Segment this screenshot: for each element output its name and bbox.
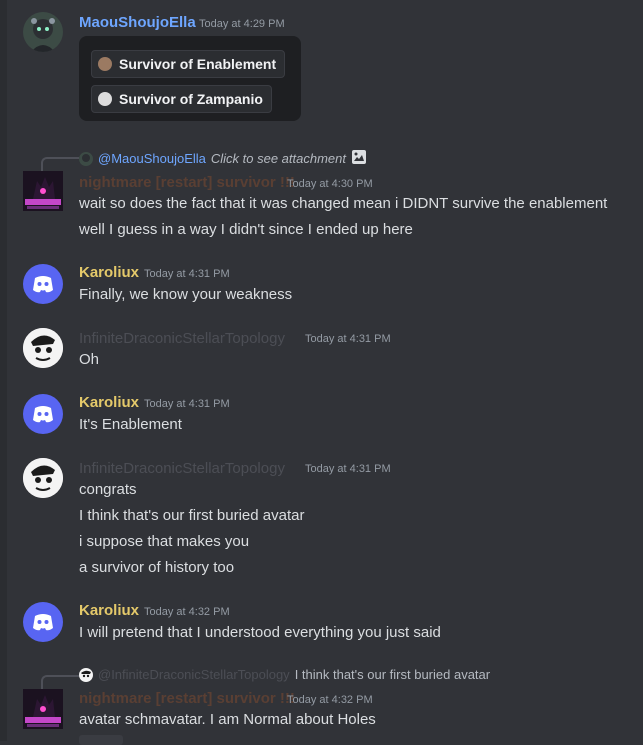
avatar[interactable] <box>23 171 63 211</box>
message-line: i suppose that makes you <box>79 533 250 550</box>
reply-spine <box>41 157 79 171</box>
author-name[interactable]: InfiniteDraconicStellarTopology <box>79 460 285 477</box>
author-name[interactable]: Karoliux <box>79 264 139 281</box>
message-line: congrats <box>79 481 137 498</box>
message-line: Oh <box>79 351 100 368</box>
role-color-dot <box>98 57 112 71</box>
author-name[interactable]: Karoliux <box>79 394 139 411</box>
avatar[interactable] <box>23 602 63 642</box>
role-color-dot <box>98 92 112 106</box>
timestamp[interactable]: Today at 4:31 PM <box>144 268 230 280</box>
role-label: Survivor of Zampanio <box>119 91 263 107</box>
message-line: a survivor of history too <box>79 559 235 576</box>
message-line: well I guess in a way I didn't since I e… <box>79 221 413 238</box>
image-icon <box>351 149 367 168</box>
reply-text: I think that's our first buried avatar <box>294 667 491 682</box>
role-button-enablement[interactable]: Survivor of Enablement <box>91 50 286 78</box>
timestamp[interactable]: Today at 4:31 PM <box>305 333 391 345</box>
role-picker-embed: Survivor of Enablement Survivor of Zampa… <box>79 36 301 121</box>
reply-spine <box>41 675 79 689</box>
sidebar-edge <box>0 0 7 741</box>
reply-text: Click to see attachment <box>210 151 346 166</box>
discord-logo-icon <box>33 406 53 423</box>
avatar[interactable] <box>23 458 63 498</box>
author-name[interactable]: InfiniteDraconicStellarTopology <box>79 330 285 347</box>
message-line: I think that's our first buried avatar <box>79 507 305 524</box>
discord-logo-icon <box>33 276 53 293</box>
role-button-zampanio[interactable]: Survivor of Zampanio <box>91 85 272 113</box>
reply-reference[interactable]: @InfiniteDraconicStellarTopology I think… <box>79 667 490 682</box>
author-name[interactable]: nightmare [restart] survivor !!! <box>79 174 295 191</box>
reply-mention[interactable]: @MaouShoujoElla <box>98 151 206 166</box>
message-line: Finally, we know your weakness <box>79 286 293 303</box>
avatar[interactable] <box>23 689 63 729</box>
reply-reference[interactable]: @MaouShoujoElla Click to see attachment <box>79 149 367 168</box>
timestamp[interactable]: Today at 4:32 PM <box>144 606 230 618</box>
message-line: It's Enablement <box>79 416 182 433</box>
timestamp[interactable]: Today at 4:32 PM <box>287 694 373 706</box>
author-name[interactable]: MaouShoujoElla <box>79 14 196 31</box>
avatar[interactable] <box>23 264 63 304</box>
timestamp[interactable]: Today at 4:30 PM <box>287 178 373 190</box>
timestamp[interactable]: Today at 4:29 PM <box>199 18 285 30</box>
message-line: avatar schmavatar. I am Normal about Hol… <box>79 711 376 728</box>
attachment-preview[interactable] <box>79 735 123 745</box>
timestamp[interactable]: Today at 4:31 PM <box>144 398 230 410</box>
avatar[interactable] <box>23 12 63 52</box>
timestamp[interactable]: Today at 4:31 PM <box>305 463 391 475</box>
avatar[interactable] <box>23 328 63 368</box>
author-name[interactable]: nightmare [restart] survivor !!! <box>79 690 295 707</box>
reply-mention[interactable]: @InfiniteDraconicStellarTopology <box>98 667 290 682</box>
role-label: Survivor of Enablement <box>119 56 277 72</box>
author-name[interactable]: Karoliux <box>79 602 139 619</box>
reply-avatar <box>79 667 93 682</box>
message-line: I will pretend that I understood everyth… <box>79 624 441 641</box>
reply-avatar <box>79 151 93 166</box>
message-line: wait so does the fact that it was change… <box>79 195 608 212</box>
avatar[interactable] <box>23 394 63 434</box>
discord-logo-icon <box>33 614 53 631</box>
